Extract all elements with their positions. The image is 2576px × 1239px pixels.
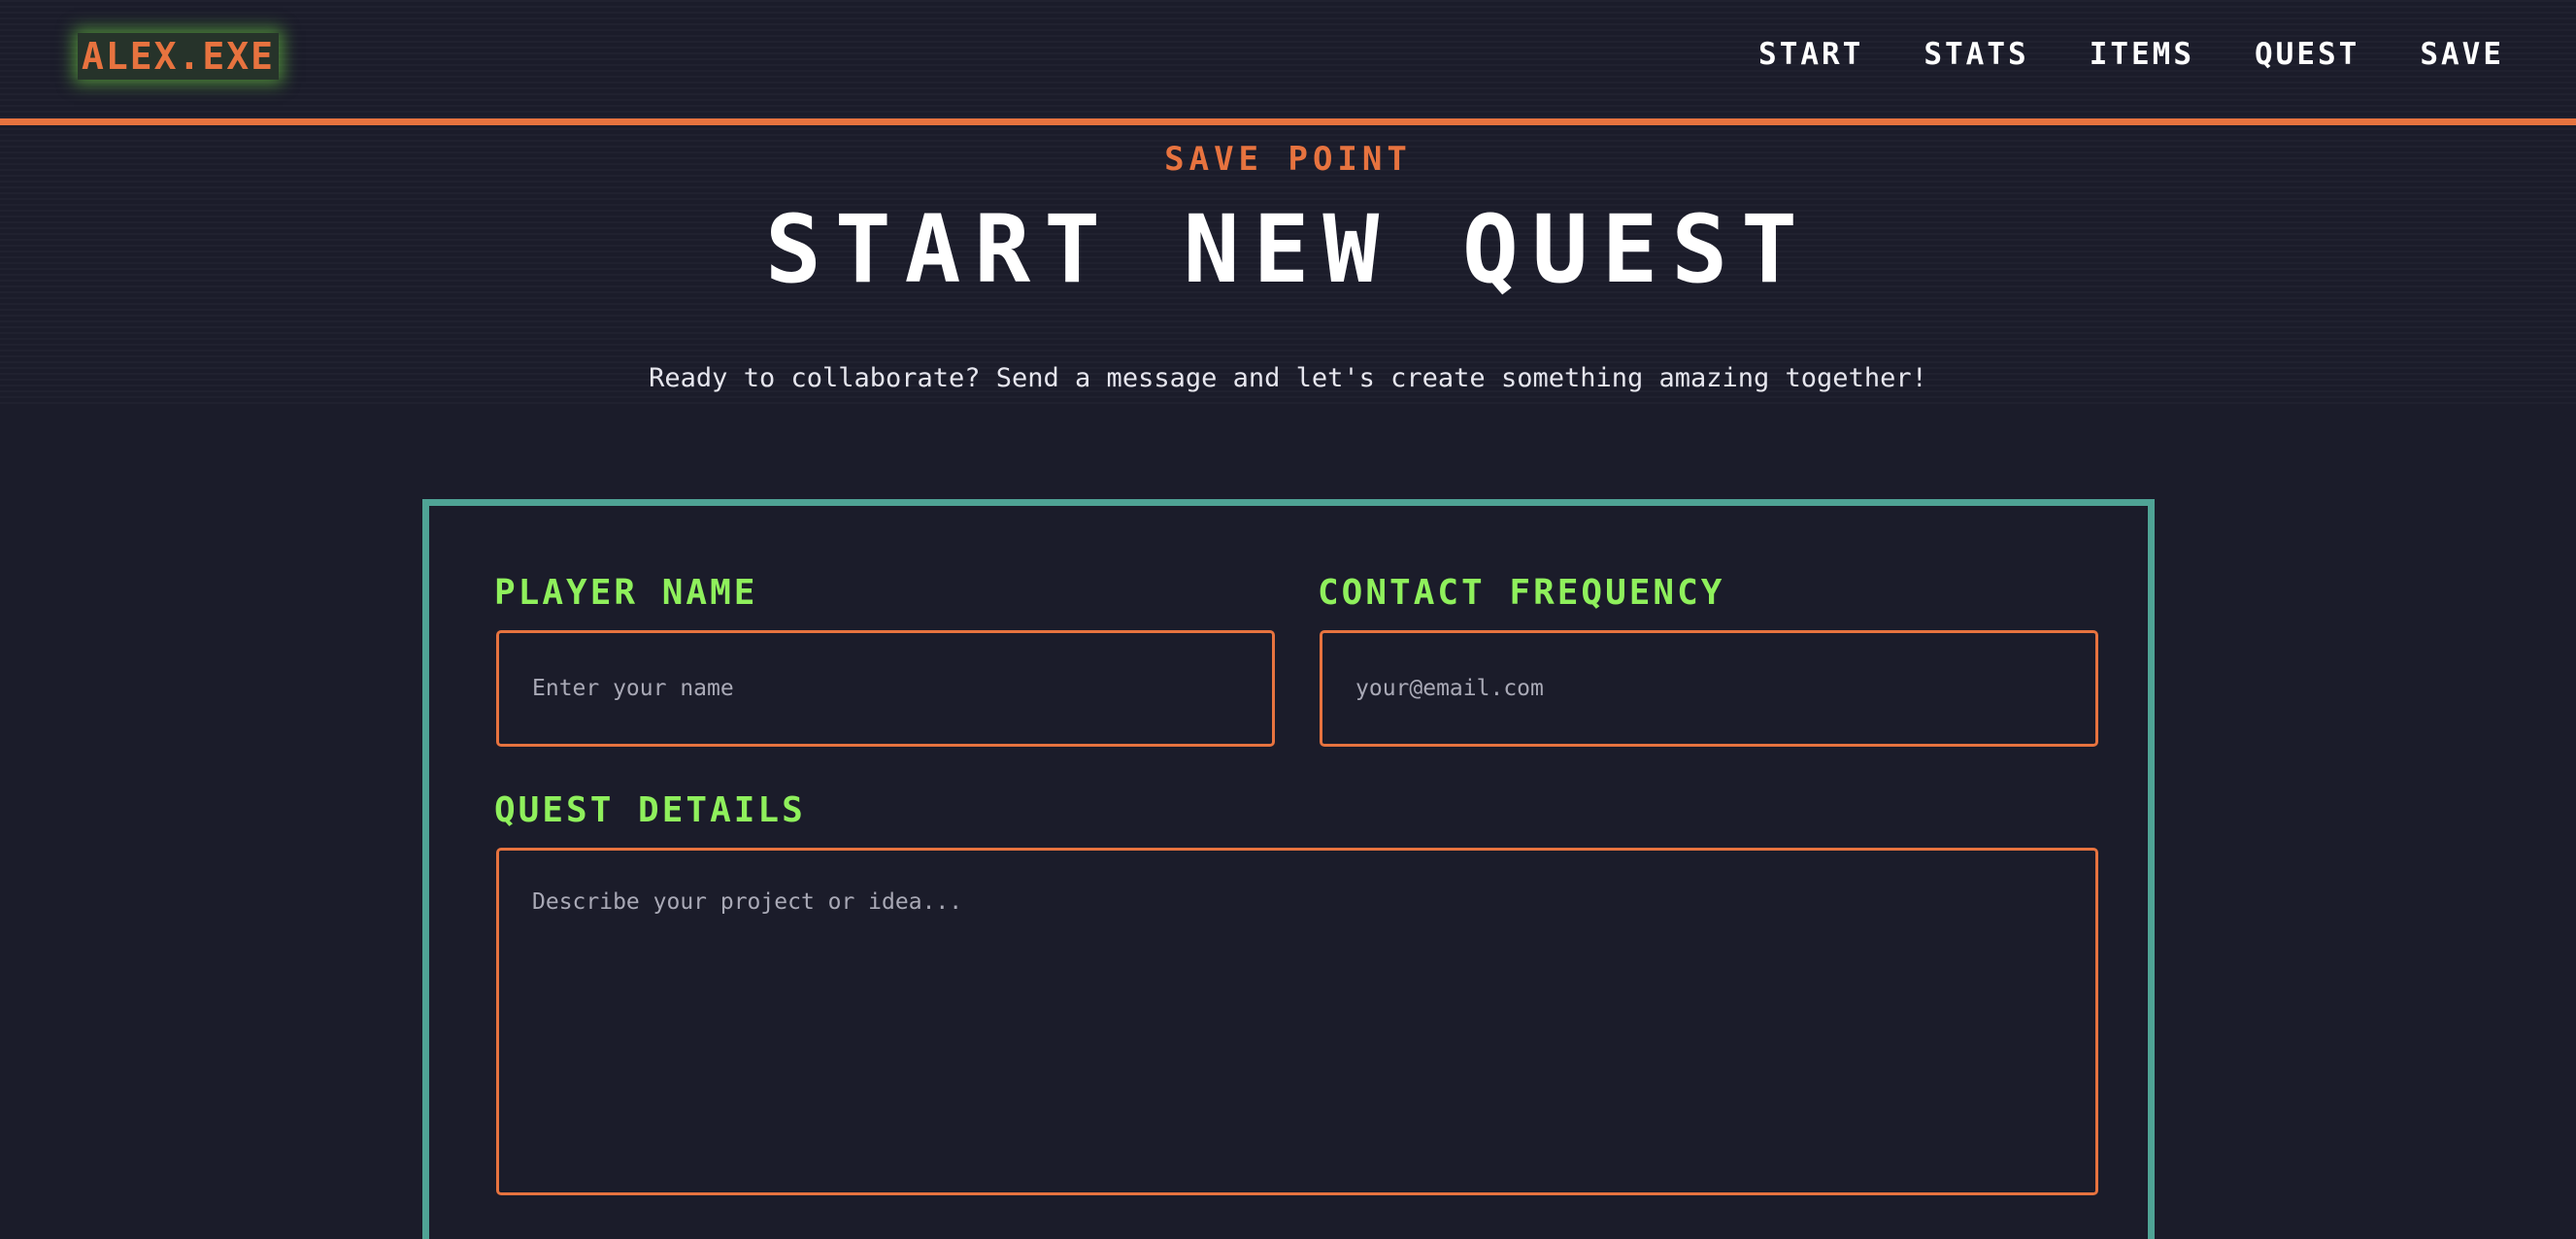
page: ALEX.EXE START STATS ITEMS QUEST SAVE SA… xyxy=(0,0,2576,1239)
nav-items[interactable]: ITEMS xyxy=(2090,35,2194,74)
contact-form: PLAYER NAME CONTACT FREQUENCY QUEST DETA… xyxy=(422,499,2155,1239)
main-nav: START STATS ITEMS QUEST SAVE xyxy=(1698,35,2504,74)
page-title: START NEW QUEST xyxy=(765,195,1811,304)
site-header: ALEX.EXE START STATS ITEMS QUEST SAVE xyxy=(0,0,2576,125)
contact-email-input[interactable] xyxy=(1320,630,2098,747)
nav-start[interactable]: START xyxy=(1758,35,1863,74)
quest-details-label: QUEST DETAILS xyxy=(494,790,806,830)
player-name-label: PLAYER NAME xyxy=(494,573,758,613)
nav-stats[interactable]: STATS xyxy=(1924,35,2028,74)
nav-save[interactable]: SAVE xyxy=(2420,35,2504,74)
contact-frequency-label: CONTACT FREQUENCY xyxy=(1318,573,1725,613)
player-name-input[interactable] xyxy=(496,630,1275,747)
section-eyebrow: SAVE POINT xyxy=(1164,140,1412,179)
page-subtitle: Ready to collaborate? Send a message and… xyxy=(649,363,1927,393)
quest-details-textarea[interactable] xyxy=(496,848,2098,1195)
site-logo[interactable]: ALEX.EXE xyxy=(78,33,280,80)
nav-quest[interactable]: QUEST xyxy=(2255,35,2359,74)
